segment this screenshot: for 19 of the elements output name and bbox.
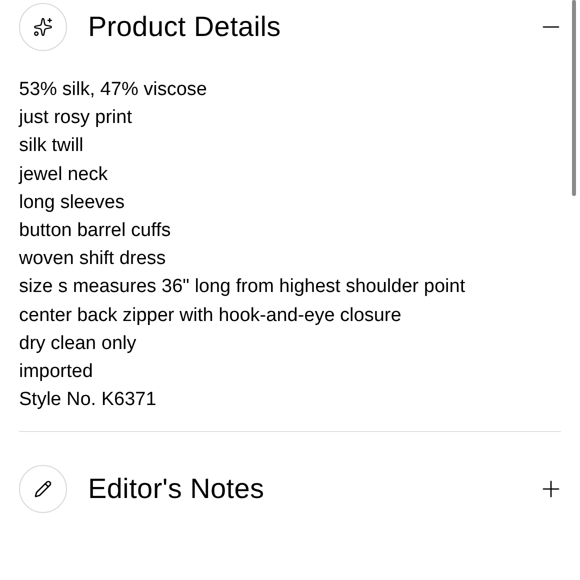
detail-line: size s measures 36" long from highest shoulder point	[19, 275, 466, 300]
section-title: Product Details	[88, 10, 281, 44]
detail-line: imported	[19, 360, 94, 384]
detail-line: long sleeves	[19, 190, 126, 215]
pencil-icon	[34, 480, 52, 498]
detail-line: jewel neck	[19, 162, 109, 187]
detail-line: silk twill	[19, 134, 84, 158]
detail-line: woven shift dress	[19, 247, 167, 272]
section-header[interactable]: Editor's Notes	[19, 432, 561, 514]
detail-line: 53% silk, 47% viscose	[19, 78, 208, 102]
scrollbar[interactable]	[572, 0, 576, 196]
detail-line: Style No. K6371	[19, 388, 158, 412]
section-header[interactable]: Product Details	[19, 0, 561, 51]
sparkles-icon	[33, 17, 53, 37]
detail-line: dry clean only	[19, 332, 138, 356]
section-title: Editor's Notes	[88, 472, 264, 506]
detail-line: just rosy print	[19, 106, 133, 130]
detail-line: center back zipper with hook-and-eye closure	[19, 304, 402, 328]
detail-line: button barrel cuffs	[19, 219, 172, 244]
